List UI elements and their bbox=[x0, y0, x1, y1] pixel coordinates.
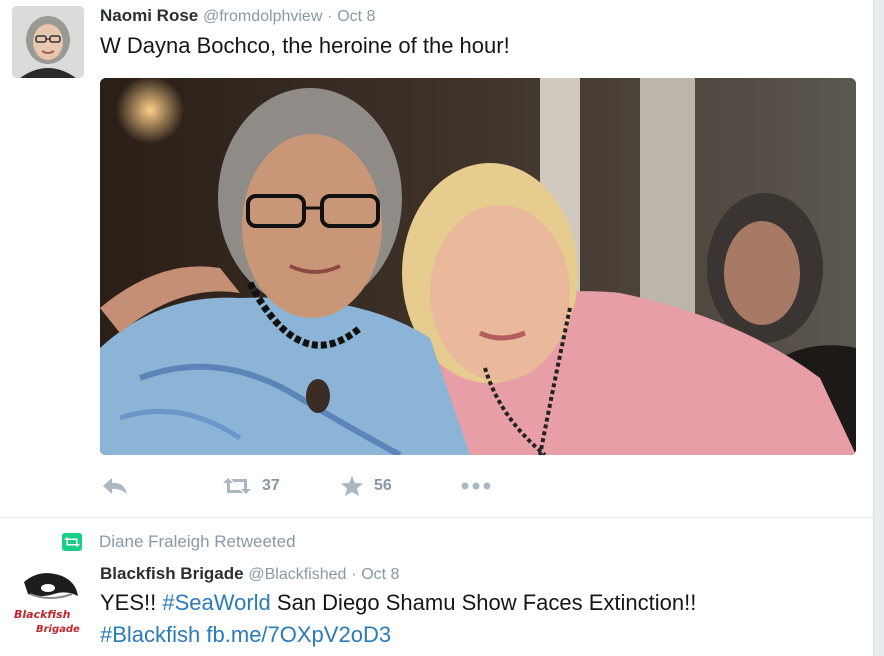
retweet-icon bbox=[222, 476, 252, 496]
author-handle[interactable]: @Blackfished bbox=[248, 566, 346, 583]
logo-text-2: Brigade bbox=[36, 624, 80, 635]
author-name[interactable]: Blackfish Brigade bbox=[100, 564, 244, 583]
more-dots-icon bbox=[460, 481, 492, 491]
favorite-star-icon bbox=[340, 475, 364, 497]
tweet-text-prefix: YES!! bbox=[100, 590, 163, 615]
tweet[interactable]: Diane Fraleigh Retweeted Blackfish Briga… bbox=[0, 518, 874, 656]
reply-button[interactable] bbox=[102, 471, 128, 501]
retweet-icon bbox=[62, 533, 82, 551]
reply-icon bbox=[102, 476, 128, 496]
timestamp[interactable]: Oct 8 bbox=[361, 566, 399, 583]
author-handle[interactable]: @fromdolphview bbox=[203, 8, 322, 25]
retweet-count: 37 bbox=[262, 477, 280, 494]
timestamp[interactable]: Oct 8 bbox=[337, 8, 375, 25]
favorite-count: 56 bbox=[374, 477, 392, 494]
tweet-text-links: #Blackfish fb.me/7OXpV2oD3 bbox=[100, 622, 391, 648]
scrollbar-track[interactable] bbox=[873, 0, 884, 656]
more-button[interactable] bbox=[460, 471, 492, 501]
url-link[interactable]: fb.me/7OXpV2oD3 bbox=[206, 622, 391, 647]
author-name[interactable]: Naomi Rose bbox=[100, 6, 198, 25]
tweet[interactable]: Naomi Rose @fromdolphview · Oct 8 W Dayn… bbox=[0, 0, 874, 518]
retweet-context: Diane Fraleigh Retweeted bbox=[62, 532, 296, 552]
hashtag-link[interactable]: #SeaWorld bbox=[162, 590, 270, 615]
tweet-header: Blackfish Brigade @Blackfished · Oct 8 bbox=[100, 564, 399, 584]
hashtag-link[interactable]: #Blackfish bbox=[100, 622, 200, 647]
separator: · bbox=[351, 566, 357, 583]
tweet-header: Naomi Rose @fromdolphview · Oct 8 bbox=[100, 6, 375, 26]
avatar[interactable]: Blackfish Brigade bbox=[10, 564, 84, 638]
tweet-photo[interactable] bbox=[100, 78, 856, 455]
tweet-actions: 37 56 bbox=[100, 471, 700, 501]
retweeted-by-label[interactable]: Diane Fraleigh Retweeted bbox=[99, 532, 296, 552]
avatar[interactable] bbox=[12, 6, 84, 78]
tweet-text: W Dayna Bochco, the heroine of the hour! bbox=[100, 33, 510, 58]
tweet-text: YES!! #SeaWorld San Diego Shamu Show Fac… bbox=[100, 590, 696, 616]
favorite-button[interactable]: 56 bbox=[340, 471, 392, 501]
tweet-text-suffix: San Diego Shamu Show Faces Extinction!! bbox=[270, 590, 697, 615]
separator: · bbox=[327, 8, 333, 25]
logo-text-1: Blackfish bbox=[14, 608, 71, 621]
retweet-button[interactable]: 37 bbox=[222, 471, 280, 501]
